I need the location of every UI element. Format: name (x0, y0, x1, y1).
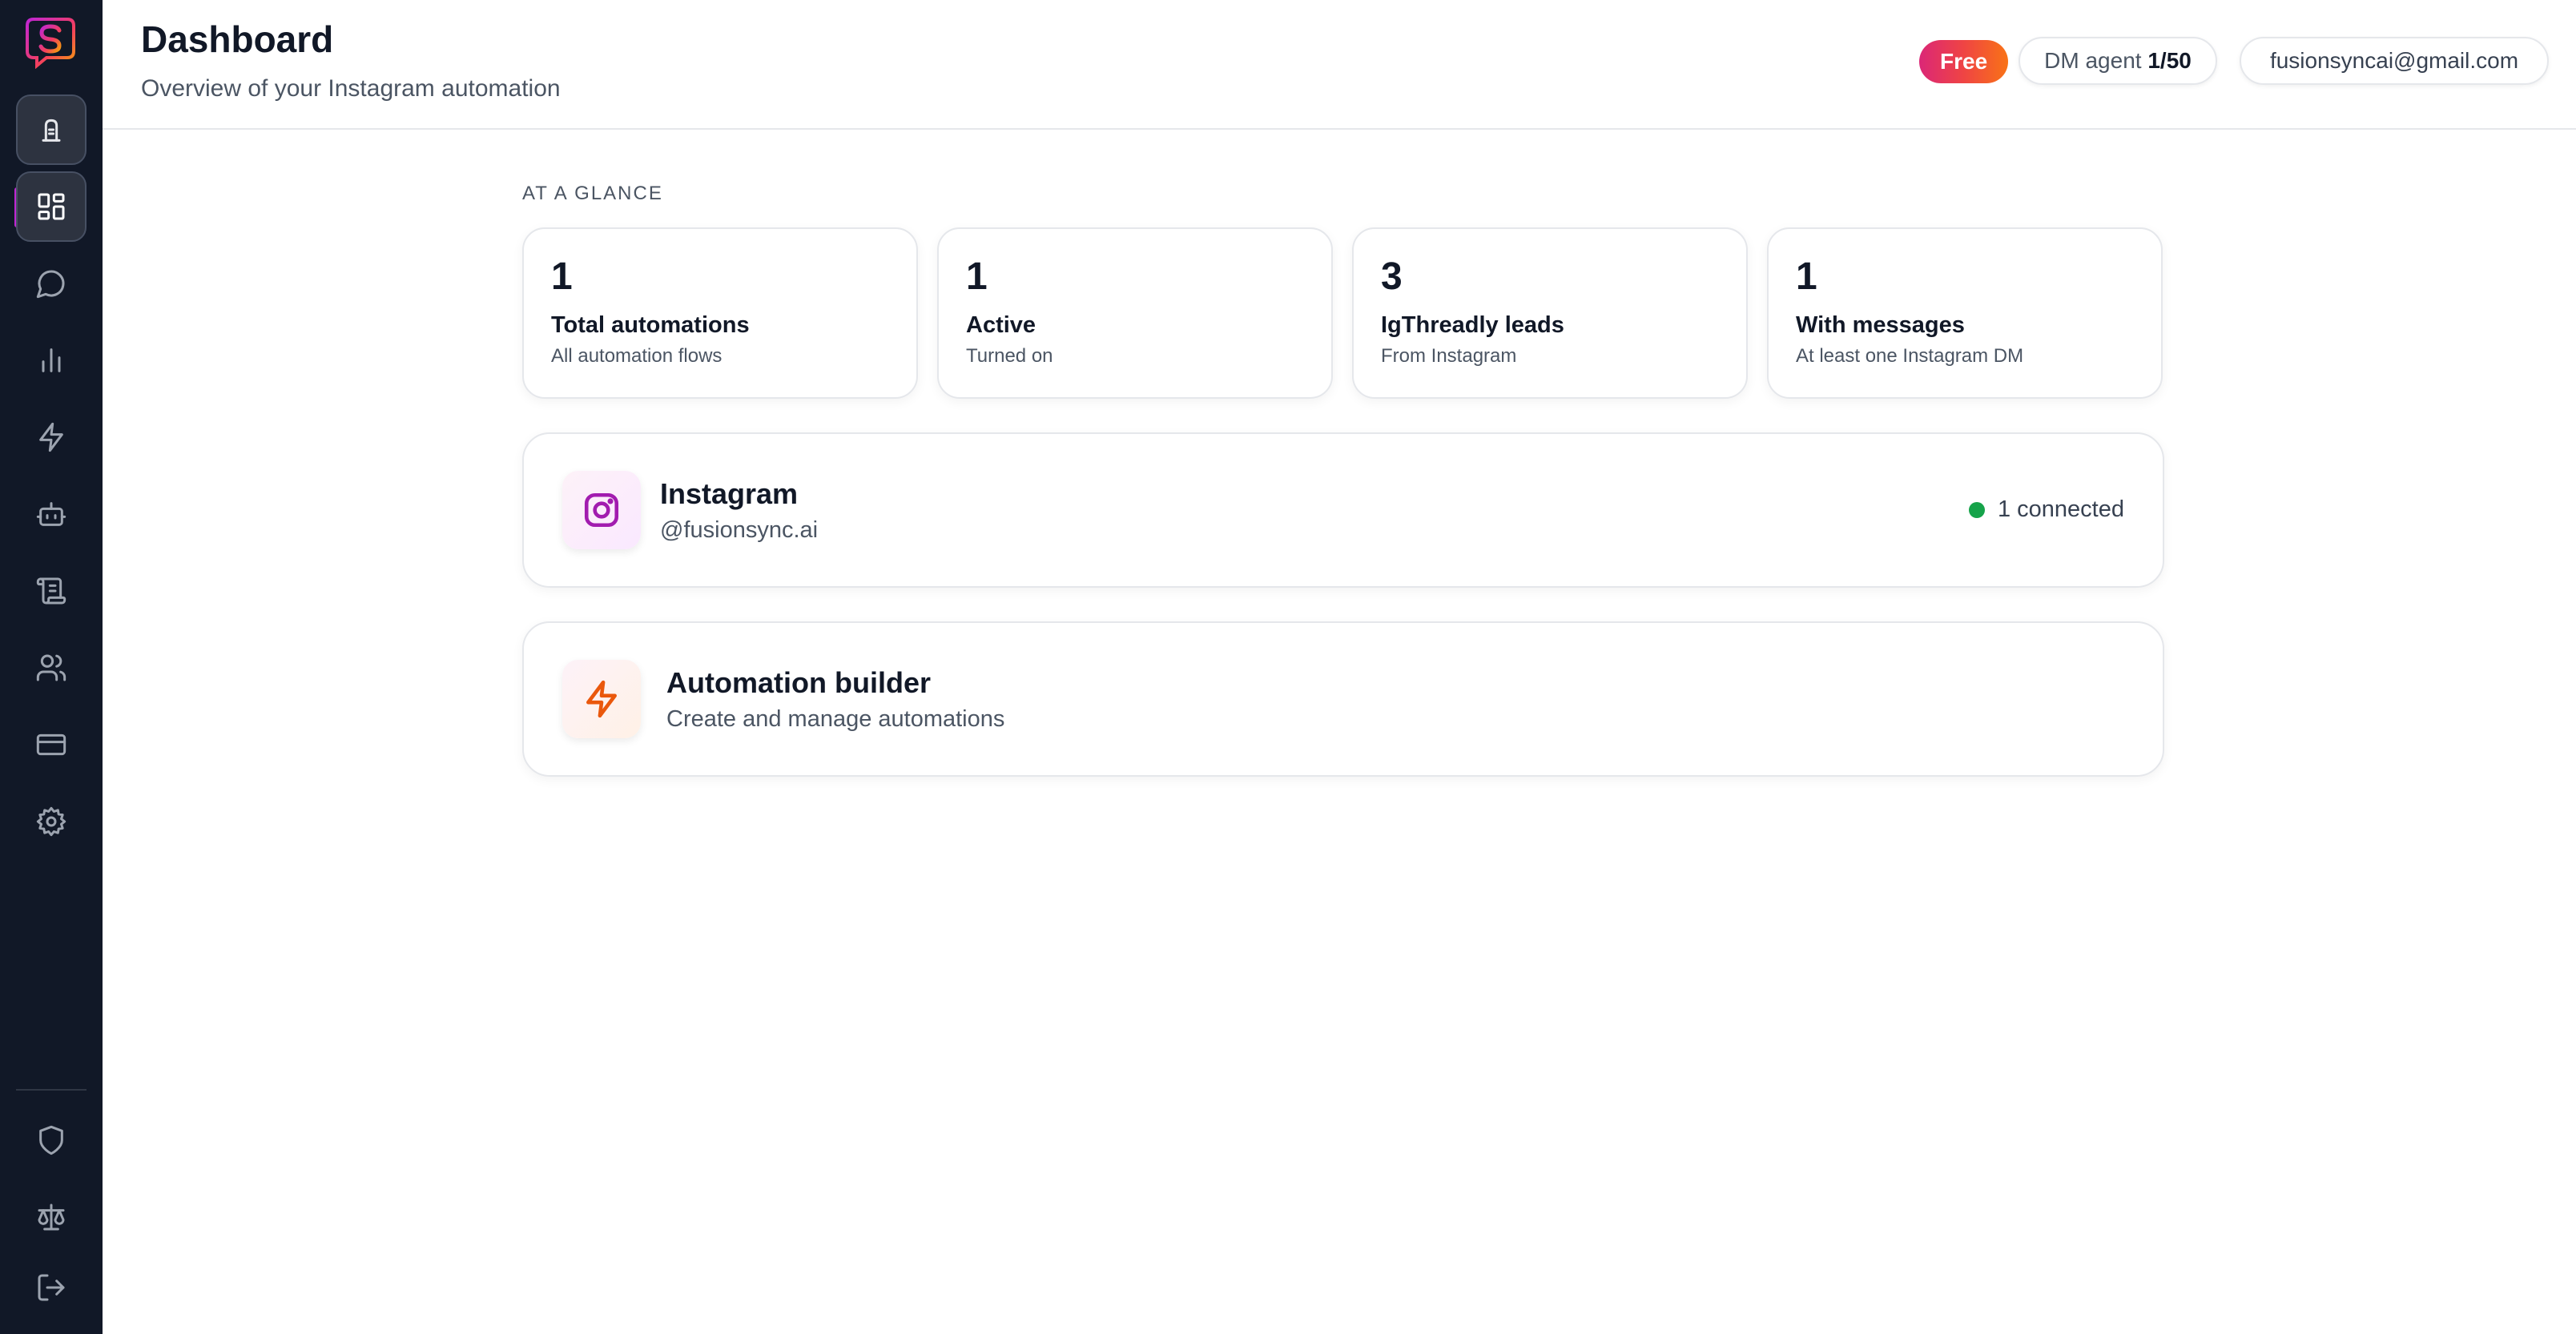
stat-subtitle: From Instagram (1381, 345, 1517, 367)
account-email-pill[interactable]: fusionsyncai@gmail.com (2240, 37, 2549, 85)
stat-title: Total automations (551, 312, 750, 338)
building-icon (42, 119, 61, 142)
instagram-handle: @fusionsync.ai (660, 517, 819, 543)
logout-button[interactable] (16, 1252, 87, 1323)
dm-agent-usage-pill[interactable]: DM agent 1/50 (2019, 37, 2217, 85)
logout-icon (38, 1274, 65, 1301)
status-dot-icon (1968, 501, 1985, 518)
instagram-account-card[interactable]: Instagram @fusionsync.ai 1 connected (522, 432, 2164, 588)
bot-icon (36, 502, 66, 526)
top-header: Dashboard Overview of your Instagram aut… (103, 0, 2576, 130)
stat-value: 3 (1381, 255, 1403, 298)
nav-automations[interactable] (16, 402, 87, 472)
stat-card-leads: 3 IgThreadly leads From Instagram (1352, 227, 1748, 399)
stat-title: IgThreadly leads (1381, 312, 1564, 338)
stat-card-total-automations: 1 Total automations All automation flows (522, 227, 918, 399)
lightning-icon (586, 680, 617, 718)
connection-status: 1 connected (1968, 496, 2124, 523)
automation-builder-icon-tile (562, 660, 641, 738)
stat-title: Active (966, 312, 1036, 338)
bar-chart-icon (42, 348, 61, 372)
nav-agents[interactable] (16, 479, 87, 549)
brand-logo[interactable] (24, 16, 77, 69)
plan-badge[interactable]: Free (1919, 40, 2009, 83)
nav-privacy[interactable] (16, 1105, 87, 1175)
stat-value: 1 (966, 255, 988, 298)
stat-card-active: 1 Active Turned on (937, 227, 1333, 399)
stat-title: With messages (1796, 312, 1965, 338)
instagram-icon-tile (562, 471, 641, 549)
automation-builder-title: Automation builder (666, 666, 931, 699)
shield-icon (39, 1125, 63, 1155)
stat-subtitle: Turned on (966, 345, 1053, 367)
sidebar-divider (16, 1089, 87, 1091)
instagram-card-title: Instagram (660, 477, 799, 510)
chat-bubble-icon (36, 270, 65, 299)
nav-legal[interactable] (16, 1182, 87, 1252)
instagram-icon (584, 492, 619, 528)
nav-workspace[interactable] (16, 94, 87, 165)
scroll-icon (36, 577, 66, 605)
stat-card-with-messages: 1 With messages At least one Instagram D… (1767, 227, 2163, 399)
nav-analytics[interactable] (16, 325, 87, 396)
nav-billing[interactable] (16, 709, 87, 780)
lightning-icon (39, 422, 63, 452)
nav-scripts[interactable] (16, 556, 87, 626)
automation-builder-subtitle: Create and manage automations (666, 706, 1005, 732)
nav-settings[interactable] (16, 786, 87, 857)
stat-value: 1 (1796, 255, 1817, 298)
dm-agent-label: DM agent (2044, 48, 2142, 73)
section-label-at-a-glance: AT A GLANCE (522, 183, 663, 204)
dm-agent-count: 1/50 (2147, 48, 2192, 73)
scale-icon (38, 1203, 65, 1231)
sidebar (0, 0, 103, 1334)
stat-subtitle: At least one Instagram DM (1796, 345, 2024, 367)
page-title: Dashboard (141, 18, 334, 60)
connection-status-text: 1 connected (1997, 496, 2124, 522)
stat-value: 1 (551, 255, 573, 298)
automation-builder-card[interactable]: Automation builder Create and manage aut… (522, 621, 2164, 777)
credit-card-icon (36, 733, 66, 756)
stat-subtitle: All automation flows (551, 345, 722, 367)
nav-dashboard[interactable] (16, 171, 87, 242)
nav-messages[interactable] (16, 248, 87, 319)
page-subtitle: Overview of your Instagram automation (141, 75, 561, 102)
dashboard-grid-icon (38, 193, 65, 220)
settings-gear-icon (36, 806, 66, 837)
nav-contacts[interactable] (16, 633, 87, 703)
users-icon (36, 654, 66, 681)
